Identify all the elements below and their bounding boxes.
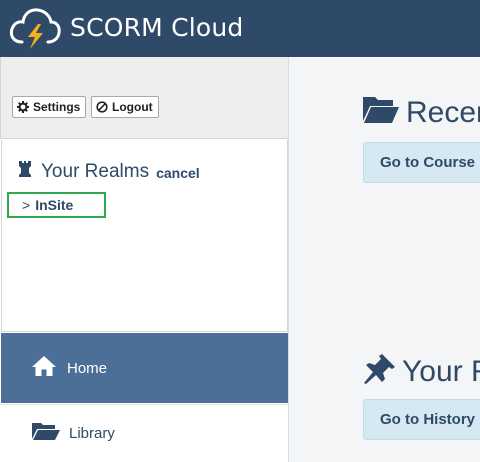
top-header: SCORM Cloud <box>0 0 480 57</box>
settings-button[interactable]: Settings <box>12 96 87 118</box>
realms-title: Your Realms <box>41 160 150 182</box>
realm-item-prefix: > <box>22 197 31 213</box>
folder-open-icon <box>362 95 400 130</box>
recent-section-title: Recen <box>406 95 480 129</box>
chess-rook-icon <box>17 160 33 183</box>
nav-item-home[interactable]: Home <box>1 333 288 403</box>
main-content: Recen Go to Course L Your R Go to Histor… <box>290 57 480 462</box>
logout-label: Logout <box>112 100 153 114</box>
pushpin-icon <box>362 353 396 390</box>
gear-icon <box>17 101 29 113</box>
nav-home-label: Home <box>67 359 108 377</box>
your-section-header: Your R <box>362 353 480 390</box>
nav-library-label: Library <box>69 425 115 442</box>
cloud-lightning-icon <box>8 4 62 50</box>
your-section-title: Your R <box>402 354 480 388</box>
nav-item-library[interactable]: Library <box>1 404 288 462</box>
recent-section-header: Recen <box>362 95 480 130</box>
settings-bar: Settings Logout <box>0 57 288 139</box>
home-icon <box>31 355 57 382</box>
app-logo[interactable]: SCORM Cloud <box>8 4 244 50</box>
realms-cancel-link[interactable]: cancel <box>156 165 200 181</box>
realms-header: Your Realms cancel <box>17 160 200 183</box>
realm-item-insite[interactable]: > InSite <box>7 192 106 218</box>
realm-item-label: InSite <box>35 197 74 213</box>
ban-icon <box>96 101 108 113</box>
logout-button[interactable]: Logout <box>91 96 159 118</box>
go-to-course-button[interactable]: Go to Course L <box>363 142 480 183</box>
go-to-history-button[interactable]: Go to History <box>363 399 480 440</box>
folder-open-icon <box>31 421 61 446</box>
settings-label: Settings <box>33 100 81 114</box>
realms-panel: Your Realms cancel > InSite <box>1 140 288 332</box>
sidebar: Settings Logout Your Realms cancel > InS… <box>0 57 289 462</box>
app-title: SCORM Cloud <box>70 12 244 42</box>
